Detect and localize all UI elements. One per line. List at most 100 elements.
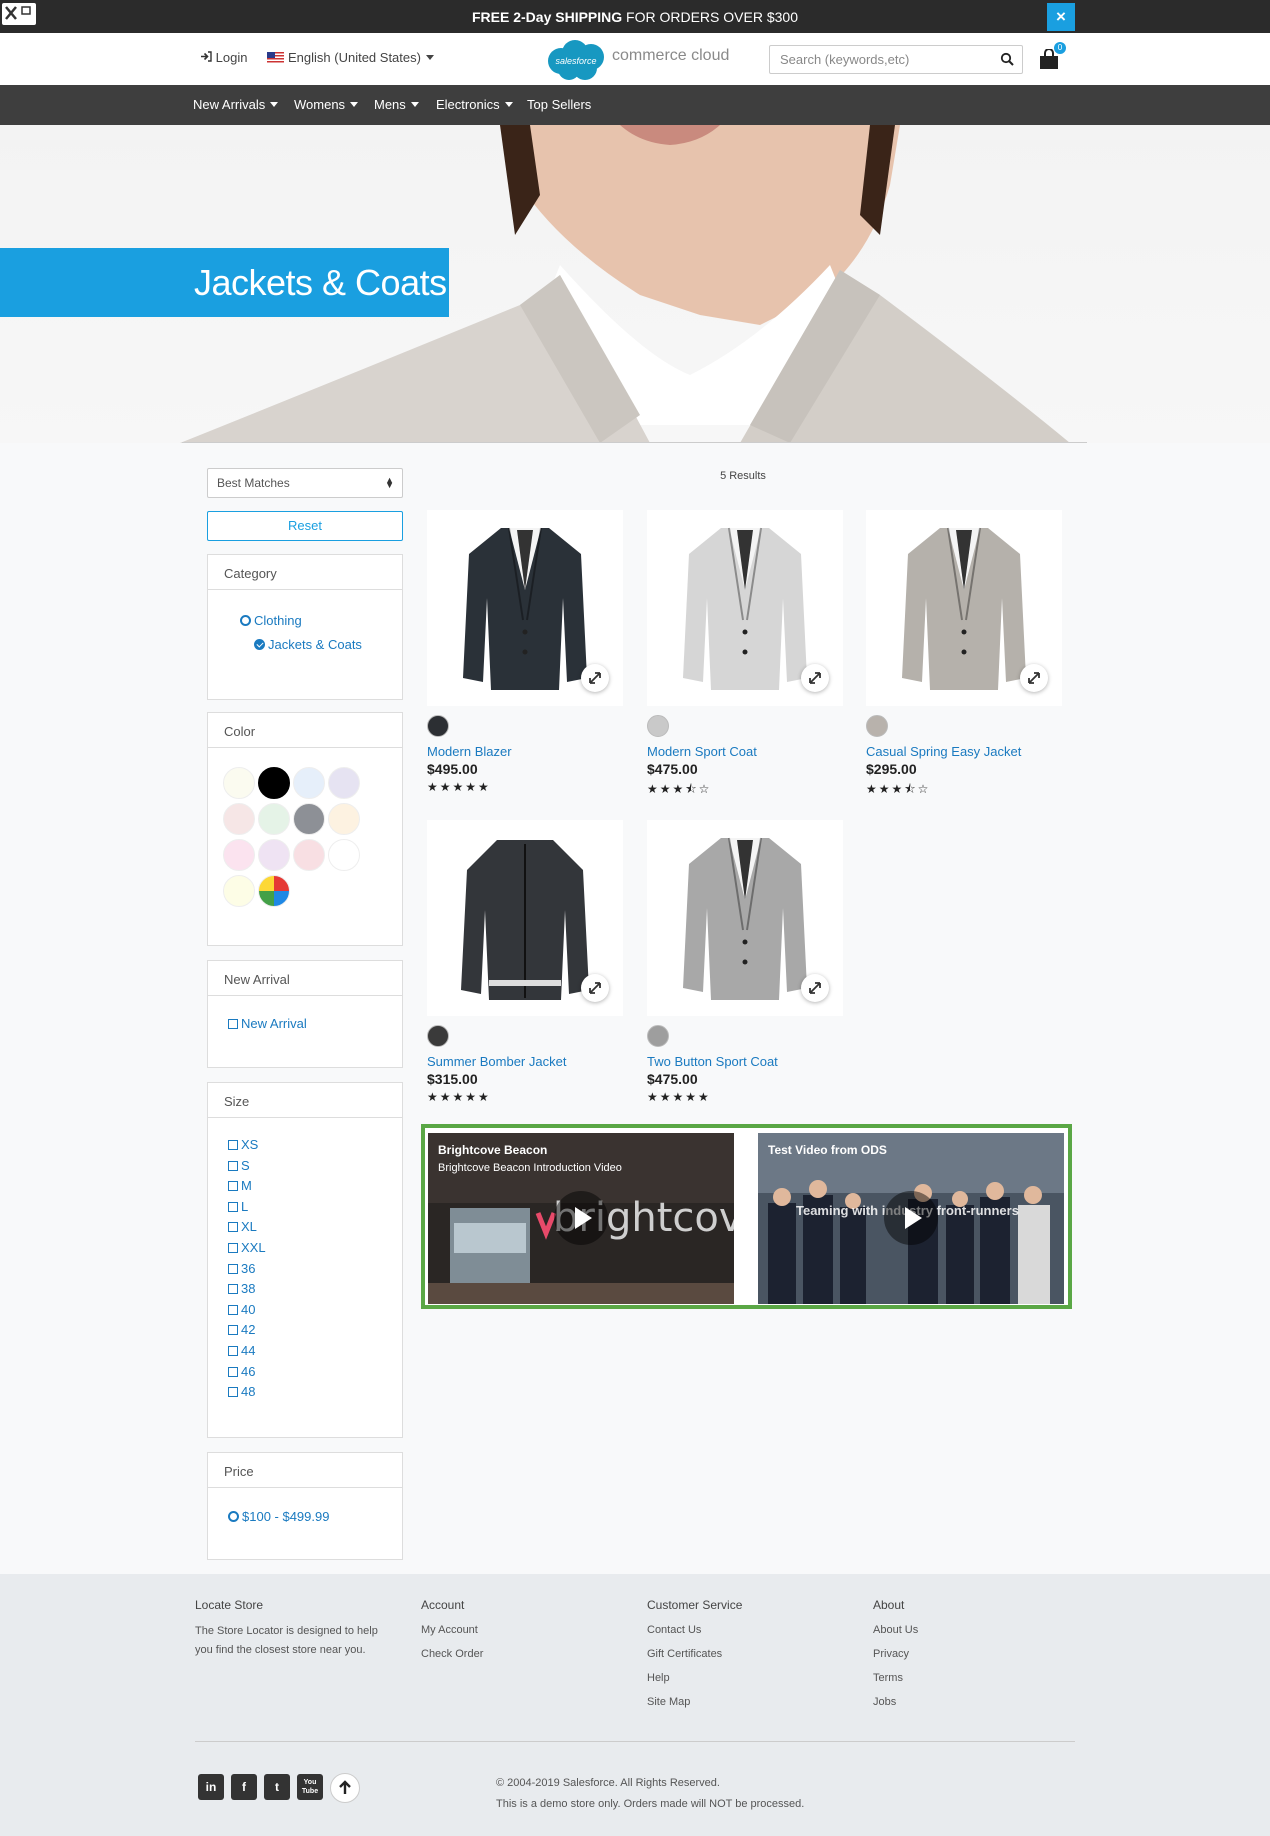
nav-label: Womens — [294, 97, 346, 112]
nav-womens[interactable]: Womens — [294, 97, 359, 112]
size-option[interactable]: 46 — [228, 1364, 255, 1379]
cart-button[interactable]: 0 — [1038, 42, 1068, 73]
language-selector[interactable]: English (United States) — [267, 50, 434, 65]
color-swatch[interactable] — [258, 839, 290, 871]
product-price: $475.00 — [647, 1071, 698, 1087]
nav-new-arrivals[interactable]: New Arrivals — [193, 97, 279, 112]
radio-icon — [228, 1511, 239, 1522]
footer-link-privacy[interactable]: Privacy — [873, 1648, 909, 1660]
size-label: 40 — [241, 1301, 256, 1317]
size-option[interactable]: L — [228, 1199, 248, 1214]
size-option[interactable]: 40 — [228, 1302, 255, 1317]
product-image-link[interactable] — [427, 820, 623, 1016]
play-icon[interactable] — [554, 1191, 608, 1245]
product-image-link[interactable] — [866, 510, 1062, 706]
sort-select[interactable]: Best Matches ▲ ▼ — [207, 468, 403, 498]
back-to-top-button[interactable] — [330, 1773, 360, 1803]
color-swatch[interactable] — [258, 803, 290, 835]
expand-icon[interactable] — [801, 664, 829, 692]
facebook-icon[interactable]: f — [231, 1774, 257, 1800]
product-price: $495.00 — [427, 761, 478, 777]
footer-link-my-account[interactable]: My Account — [421, 1624, 478, 1636]
color-swatch[interactable] — [293, 767, 325, 799]
price-range-label: $100 - $499.99 — [242, 1509, 330, 1524]
nav-top-sellers[interactable]: Top Sellers — [527, 97, 591, 112]
product-color-swatch[interactable] — [427, 1025, 449, 1047]
size-option[interactable]: XL — [228, 1219, 257, 1234]
expand-icon[interactable] — [581, 664, 609, 692]
video-ods[interactable]: Teaming with industry front-runners Test… — [758, 1133, 1064, 1304]
footer-link-gift-certificates[interactable]: Gift Certificates — [647, 1648, 722, 1660]
footer-link-help[interactable]: Help — [647, 1672, 670, 1684]
footer-link-terms[interactable]: Terms — [873, 1672, 903, 1684]
language-label: English (United States) — [288, 50, 421, 65]
color-swatch[interactable] — [258, 767, 290, 799]
size-option[interactable]: 44 — [228, 1343, 255, 1358]
size-option[interactable]: 38 — [228, 1281, 255, 1296]
login-link[interactable]: Login — [200, 50, 247, 65]
product-color-swatch[interactable] — [427, 715, 449, 737]
footer-link-contact-us[interactable]: Contact Us — [647, 1624, 701, 1636]
product-name-link[interactable]: Summer Bomber Jacket — [427, 1054, 566, 1069]
size-option[interactable]: XXL — [228, 1240, 266, 1255]
site-logo[interactable]: salesforce commerce cloud — [545, 37, 735, 81]
size-option[interactable]: S — [228, 1158, 250, 1173]
color-swatch[interactable] — [328, 803, 360, 835]
footer-link-site-map[interactable]: Site Map — [647, 1696, 690, 1708]
product-image-link[interactable] — [647, 510, 843, 706]
color-swatch[interactable] — [293, 803, 325, 835]
product-name-link[interactable]: Two Button Sport Coat — [647, 1054, 778, 1069]
color-swatch[interactable] — [328, 767, 360, 799]
new-arrival-checkbox[interactable]: New Arrival — [228, 1016, 307, 1031]
size-option[interactable]: 36 — [228, 1261, 255, 1276]
color-swatch[interactable] — [223, 839, 255, 871]
footer-link-check-order[interactable]: Check Order — [421, 1648, 483, 1660]
product-rating-stars: ★★★★★ — [427, 780, 491, 794]
size-option[interactable]: 42 — [228, 1322, 255, 1337]
expand-icon[interactable] — [581, 974, 609, 1002]
product-image-link[interactable] — [647, 820, 843, 1016]
color-swatch[interactable] — [223, 875, 255, 907]
expand-icon[interactable] — [801, 974, 829, 1002]
product-name-link[interactable]: Modern Sport Coat — [647, 744, 757, 759]
size-label: 38 — [241, 1281, 256, 1297]
footer-link-about-us[interactable]: About Us — [873, 1624, 918, 1636]
linkedin-icon[interactable]: in — [198, 1774, 224, 1800]
product-color-swatch[interactable] — [866, 715, 888, 737]
color-swatch[interactable] — [223, 767, 255, 799]
color-swatch[interactable] — [328, 839, 360, 871]
color-swatch[interactable] — [293, 839, 325, 871]
size-label: XS — [241, 1137, 259, 1152]
salesforce-cloud-icon: salesforce — [548, 40, 604, 80]
footer-link-jobs[interactable]: Jobs — [873, 1696, 896, 1708]
promo-message: FREE 2-Day SHIPPING FOR ORDERS OVER $300 — [0, 9, 1270, 25]
twitter-icon[interactable]: t — [264, 1774, 290, 1800]
checkbox-icon — [228, 1325, 238, 1336]
size-option[interactable]: M — [228, 1178, 252, 1193]
color-swatch[interactable] — [258, 875, 290, 907]
color-swatch[interactable] — [223, 803, 255, 835]
nav-label: New Arrivals — [193, 97, 266, 112]
category-jackets-coats[interactable]: Jackets & Coats — [254, 637, 362, 652]
nav-electronics[interactable]: Electronics — [436, 97, 513, 112]
play-icon[interactable] — [884, 1191, 938, 1245]
video-brightcove[interactable]: brightcove Brightcove Beacon Brightcove … — [428, 1133, 734, 1304]
product-color-swatch[interactable] — [647, 715, 669, 737]
size-option[interactable]: XS — [228, 1137, 258, 1152]
product-name-link[interactable]: Casual Spring Easy Jacket — [866, 744, 1021, 759]
expand-icon[interactable] — [1020, 664, 1048, 692]
category-clothing[interactable]: Clothing — [240, 613, 302, 628]
reset-button[interactable]: Reset — [207, 511, 403, 541]
price-range-option[interactable]: $100 - $499.99 — [228, 1509, 329, 1524]
sort-arrows-icon: ▲ ▼ — [385, 475, 394, 490]
search-icon[interactable] — [1000, 52, 1014, 66]
product-name-link[interactable]: Modern Blazer — [427, 744, 512, 759]
size-option[interactable]: 48 — [228, 1384, 255, 1399]
product-color-swatch[interactable] — [647, 1025, 669, 1047]
footer-about-title: About — [873, 1598, 905, 1612]
close-banner-button[interactable]: × — [1047, 3, 1075, 31]
nav-mens[interactable]: Mens — [374, 97, 419, 112]
search-input[interactable]: Search (keywords,etc) — [769, 45, 1023, 74]
youtube-icon[interactable]: You Tube — [297, 1774, 323, 1800]
product-image-link[interactable] — [427, 510, 623, 706]
